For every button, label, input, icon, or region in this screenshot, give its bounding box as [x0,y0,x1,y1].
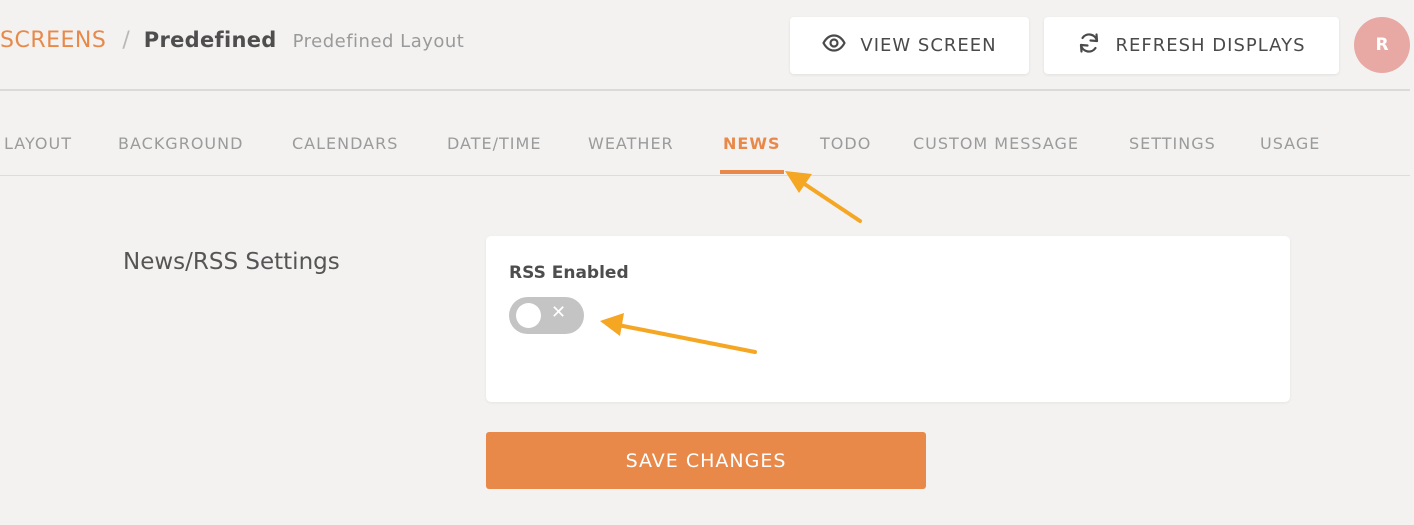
refresh-displays-button[interactable]: REFRESH DISPLAYS [1044,17,1339,74]
tab-custom-message[interactable]: CUSTOM MESSAGE [913,134,1079,153]
save-changes-button[interactable]: SAVE CHANGES [486,432,926,489]
tab-news[interactable]: NEWS [723,134,781,153]
tab-layout[interactable]: LAYOUT [4,134,72,153]
breadcrumb-screens-link[interactable]: SCREENS [0,28,106,53]
view-screen-label: VIEW SCREEN [860,35,997,56]
active-tab-indicator [720,170,784,174]
tab-date-time[interactable]: DATE/TIME [447,134,541,153]
rss-enabled-toggle[interactable]: ✕ [509,297,584,334]
close-icon: ✕ [551,302,567,323]
refresh-displays-label: REFRESH DISPLAYS [1115,35,1306,56]
refresh-icon [1077,31,1101,60]
rss-settings-card: RSS Enabled ✕ [486,236,1290,402]
page-title: Predefined [143,28,277,52]
tab-settings[interactable]: SETTINGS [1129,134,1216,153]
tab-weather[interactable]: WEATHER [588,134,674,153]
tab-usage[interactable]: USAGE [1260,134,1320,153]
eye-icon [822,31,846,60]
page-subtitle: Predefined Layout [292,31,465,52]
header-divider [0,89,1410,91]
section-title: News/RSS Settings [123,249,340,275]
tab-background[interactable]: BACKGROUND [118,134,243,153]
annotation-arrow-news [785,171,862,223]
tab-calendars[interactable]: CALENDARS [292,134,398,153]
view-screen-button[interactable]: VIEW SCREEN [790,17,1029,74]
avatar[interactable]: R [1354,17,1410,73]
toggle-knob [516,303,541,328]
breadcrumb: SCREENS / Predefined Predefined Layout [0,28,464,58]
breadcrumb-separator: / [122,28,130,53]
rss-enabled-label: RSS Enabled [509,263,629,283]
tab-todo[interactable]: TODO [820,134,871,153]
settings-tabs: LAYOUT BACKGROUND CALENDARS DATE/TIME WE… [0,120,1410,176]
page: SCREENS / Predefined Predefined Layout V… [0,0,1414,525]
